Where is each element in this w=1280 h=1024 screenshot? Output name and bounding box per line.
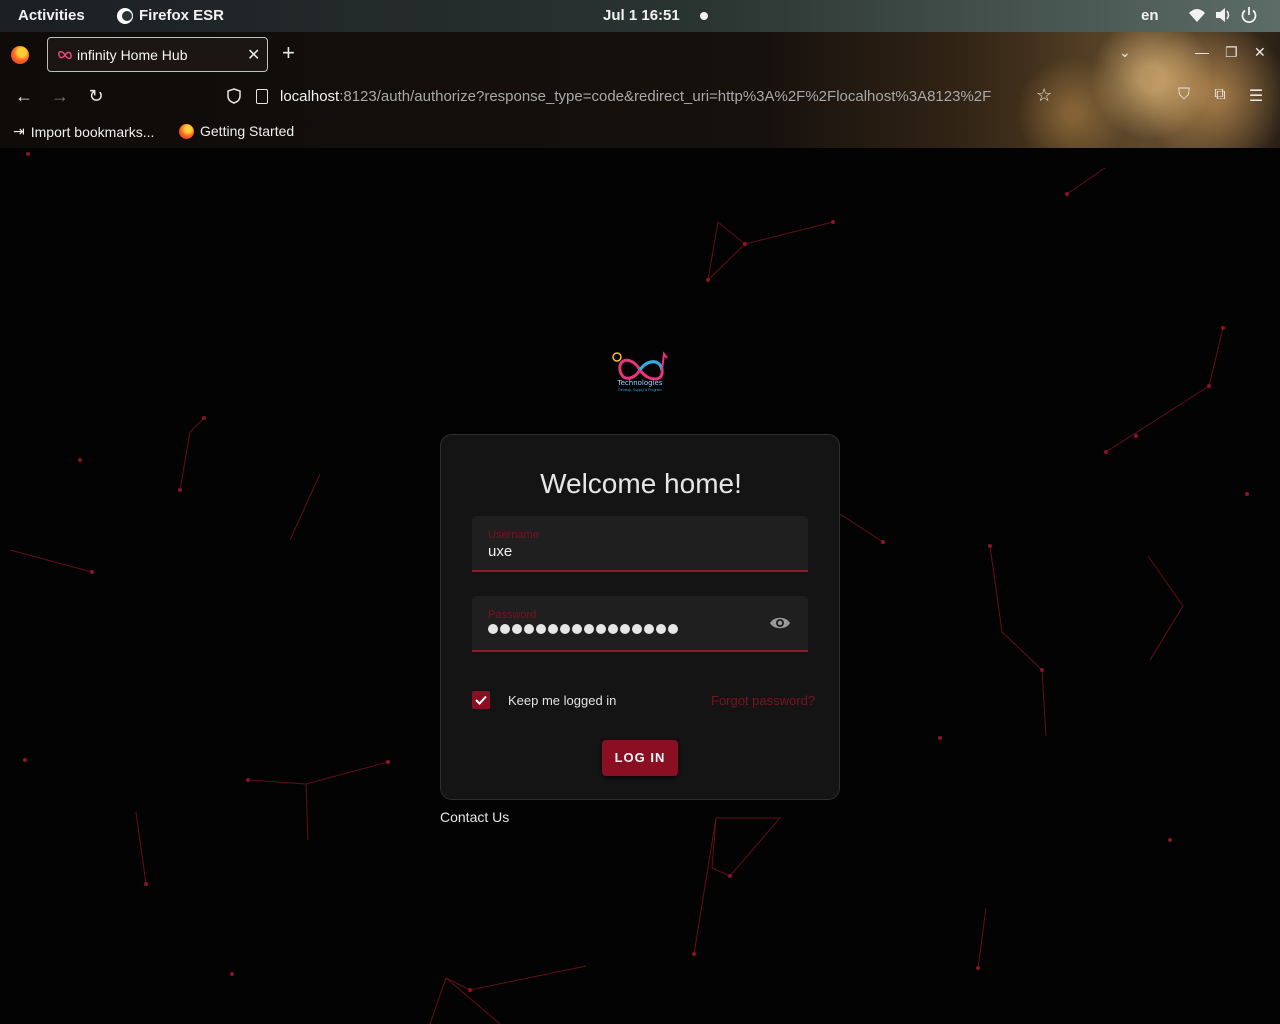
password-mask-dot: [620, 624, 630, 634]
system-status-menu[interactable]: [1188, 6, 1258, 24]
logo-tagline: Develop, Supply & Program: [618, 388, 662, 392]
close-window-icon[interactable]: ✕: [1254, 44, 1266, 61]
password-mask-dot: [500, 624, 510, 634]
tab-active[interactable]: infinity Home Hub ✕: [47, 37, 268, 72]
tab-close-icon[interactable]: ✕: [247, 45, 260, 65]
password-field[interactable]: Password: [472, 596, 808, 652]
login-button[interactable]: LOG IN: [602, 740, 678, 776]
bookmarks-toolbar: ⇥ Import bookmarks... Getting Started: [0, 120, 1280, 146]
show-password-eye-icon[interactable]: [769, 615, 791, 631]
password-mask-dot: [596, 624, 606, 634]
bookmark-getting-started[interactable]: Getting Started: [179, 123, 294, 139]
forward-icon[interactable]: →: [50, 86, 70, 106]
password-mask-dot: [536, 624, 546, 634]
contact-us-link[interactable]: Contact Us: [440, 809, 509, 825]
activities-button[interactable]: Activities: [18, 7, 85, 24]
password-mask-dot: [560, 624, 570, 634]
brand-logo: Technologies Develop, Supply & Program: [610, 350, 670, 396]
login-card: Welcome home! Username uxe Password Keep…: [440, 434, 840, 800]
username-input[interactable]: uxe: [488, 543, 512, 560]
back-icon[interactable]: ←: [14, 86, 34, 106]
password-mask-dot: [488, 624, 498, 634]
app-name: Firefox ESR: [139, 7, 225, 24]
tab-title: infinity Home Hub: [77, 47, 188, 63]
maximize-icon[interactable]: ❐: [1225, 44, 1238, 61]
keep-logged-in-label[interactable]: Keep me logged in: [508, 693, 616, 708]
welcome-heading: Welcome home!: [540, 468, 742, 499]
password-mask-dot: [608, 624, 618, 634]
bookmark-star-icon[interactable]: ☆: [1036, 85, 1052, 106]
password-mask-dot: [644, 624, 654, 634]
infinity-favicon-icon: [58, 50, 72, 60]
password-mask-dot: [548, 624, 558, 634]
pocket-icon[interactable]: ⛉: [1174, 86, 1194, 106]
checkmark-icon: [475, 695, 487, 705]
app-menu[interactable]: Firefox ESR: [117, 7, 224, 24]
wifi-icon: [1189, 9, 1205, 22]
username-field[interactable]: Username uxe: [472, 516, 808, 572]
bookmark-label: Getting Started: [200, 123, 295, 139]
firefox-view-icon[interactable]: [11, 46, 29, 64]
password-mask-dot: [584, 624, 594, 634]
firefox-icon: [117, 7, 133, 24]
navigation-toolbar: ← → ↻ localhost:8123/auth/authorize?resp…: [0, 77, 1280, 115]
username-label: Username: [488, 529, 539, 541]
keep-logged-in-checkbox[interactable]: [472, 691, 490, 709]
address-bar[interactable]: localhost:8123/auth/authorize?response_t…: [220, 79, 1070, 113]
password-input[interactable]: [488, 624, 678, 634]
list-tabs-icon[interactable]: ⌄: [1119, 44, 1131, 61]
clock[interactable]: Jul 1 16:51: [603, 7, 680, 24]
logo-text: Technologies: [617, 379, 663, 387]
volume-icon: [1216, 8, 1230, 22]
power-icon: [1241, 7, 1257, 24]
extensions-icon[interactable]: ⧉: [1210, 86, 1230, 106]
browser-chrome: infinity Home Hub ✕ + ⌄ — ❐ ✕ ← → ↻ loca…: [0, 32, 1280, 148]
password-mask-dot: [656, 624, 666, 634]
password-mask-dot: [524, 624, 534, 634]
url-host: localhost: [280, 88, 340, 105]
password-mask-dot: [572, 624, 582, 634]
url-text[interactable]: localhost:8123/auth/authorize?response_t…: [280, 88, 1020, 105]
forgot-password-link[interactable]: Forgot password?: [711, 693, 815, 708]
language-indicator[interactable]: en: [1141, 7, 1159, 24]
password-label: Password: [488, 609, 537, 621]
new-tab-button[interactable]: +: [282, 42, 295, 64]
firefox-icon: [179, 123, 194, 139]
tracking-protection-icon[interactable]: [227, 88, 241, 104]
url-path: :8123/auth/authorize?response_type=code&…: [339, 88, 992, 105]
password-mask-dot: [632, 624, 642, 634]
menu-icon[interactable]: ☰: [1246, 86, 1266, 106]
bookmark-label: Import bookmarks...: [30, 123, 155, 140]
password-mask-dot: [668, 624, 678, 634]
login-page: Technologies Develop, Supply & Program W…: [0, 148, 1280, 1024]
bookmark-import[interactable]: ⇥ Import bookmarks...: [13, 123, 154, 140]
page-info-icon[interactable]: [256, 89, 268, 104]
password-mask-dot: [512, 624, 522, 634]
notification-dot-icon: [700, 12, 708, 20]
system-top-bar: Activities Firefox ESR Jul 1 16:51 en: [0, 0, 1280, 32]
reload-icon[interactable]: ↻: [86, 86, 106, 106]
minimize-icon[interactable]: —: [1195, 44, 1209, 60]
import-icon: ⇥: [13, 123, 25, 139]
